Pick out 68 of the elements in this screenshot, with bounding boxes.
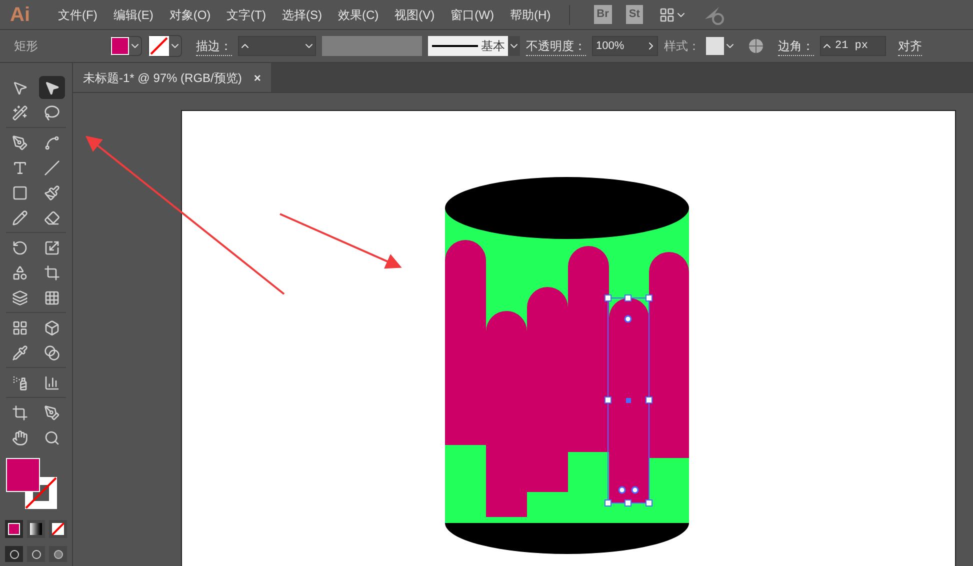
- pen-nib-icon: [44, 404, 60, 420]
- draw-mode-button[interactable]: [5, 546, 23, 562]
- line-icon: [44, 160, 60, 176]
- search-icon: [44, 430, 60, 446]
- style-label[interactable]: 样式：: [664, 37, 700, 55]
- eraser-icon: [44, 210, 60, 226]
- globe-icon[interactable]: [748, 38, 764, 54]
- workspace-icon[interactable]: [658, 6, 675, 22]
- paintbrush-icon: [44, 184, 60, 200]
- scale-icon: [44, 240, 60, 256]
- circles-icon: [44, 344, 60, 360]
- corner-label[interactable]: 边角：: [778, 36, 814, 56]
- opacity-field[interactable]: 100%: [592, 36, 658, 56]
- eyedropper-icon: [12, 344, 28, 360]
- menu-item[interactable]: 选择(S): [274, 6, 330, 24]
- style-dropdown[interactable]: [706, 37, 736, 55]
- crop-icon: [44, 264, 60, 280]
- type-icon: [12, 160, 28, 176]
- stroke-label[interactable]: 描边：: [196, 36, 232, 56]
- rotate-icon: [12, 240, 28, 256]
- selection-bounding-box[interactable]: [604, 294, 652, 506]
- bar-chart-icon: [44, 374, 60, 390]
- stroke-swatch-dropdown[interactable]: [148, 35, 182, 57]
- corner-field[interactable]: 21 px: [820, 36, 886, 56]
- app-logo: Ai: [10, 2, 30, 28]
- hand-icon: [12, 430, 28, 446]
- fill-color-swatch[interactable]: [6, 458, 40, 492]
- menu-item[interactable]: 文件(F): [50, 6, 106, 24]
- stroke-style-dropdown[interactable]: 基本: [428, 36, 520, 56]
- magic-wand-icon: [12, 104, 28, 120]
- curve-icon: [44, 134, 60, 150]
- tiles-icon: [12, 320, 28, 336]
- arrow-pointer-icon: [12, 80, 28, 96]
- color-mode-button[interactable]: [5, 520, 23, 538]
- layers-icon: [12, 290, 28, 306]
- pencil-icon: [12, 210, 28, 226]
- square-icon: [12, 184, 28, 200]
- lasso-icon: [44, 104, 60, 120]
- no-stroke-swatch: [149, 36, 169, 56]
- menu-item[interactable]: 对象(O): [161, 6, 219, 24]
- draw-mode-button[interactable]: [49, 546, 67, 562]
- menu-item[interactable]: 效果(C): [330, 6, 387, 24]
- align-link[interactable]: 对齐: [898, 36, 922, 56]
- menu-item[interactable]: 帮助(H): [502, 6, 559, 24]
- menu-item[interactable]: 文字(T): [218, 6, 274, 24]
- fill-swatch-dropdown[interactable]: [110, 36, 142, 56]
- spray-can-icon: [12, 374, 28, 390]
- stroke-weight-field[interactable]: [238, 36, 316, 56]
- cube-icon: [44, 320, 60, 336]
- object-type-label: 矩形: [14, 38, 39, 55]
- arrow-pointer-icon: [44, 80, 60, 96]
- menu-item[interactable]: 编辑(E): [105, 6, 162, 24]
- color-mode-button[interactable]: [49, 520, 67, 538]
- document-tab[interactable]: 未标题-1* @ 97% (RGB/预览) ×: [73, 63, 271, 92]
- crop-icon: [12, 404, 28, 420]
- grid-icon: [44, 290, 60, 306]
- tool-button[interactable]: [39, 76, 65, 99]
- draw-mode-button[interactable]: [27, 546, 45, 562]
- menu-item[interactable]: 窗口(W): [442, 6, 502, 24]
- color-mode-button[interactable]: [27, 520, 45, 538]
- pen-nib-icon: [12, 134, 28, 150]
- app-button[interactable]: St: [626, 5, 643, 24]
- close-button[interactable]: ×: [254, 68, 261, 86]
- fill-swatch: [111, 37, 129, 55]
- menu-item[interactable]: 视图(V): [386, 6, 443, 24]
- app-button[interactable]: Br: [594, 5, 612, 24]
- shapes-icon: [12, 264, 28, 280]
- opacity-label[interactable]: 不透明度：: [526, 36, 586, 56]
